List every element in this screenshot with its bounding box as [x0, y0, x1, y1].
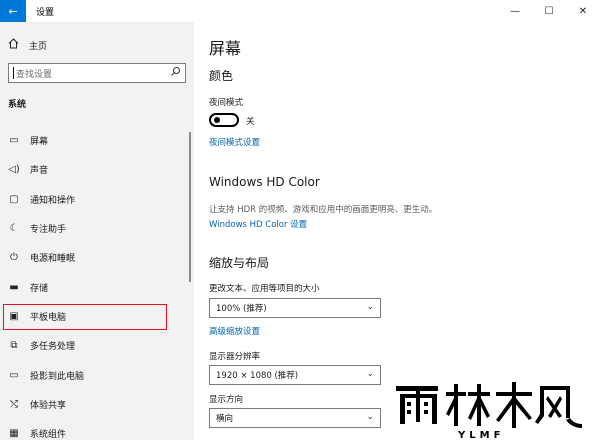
sidebar-item-label: 声音 [30, 166, 49, 177]
resolution-value: 1920 × 1080 (推荐) [216, 371, 299, 381]
sidebar-item-label: 存储 [30, 283, 49, 294]
search-icon[interactable] [170, 66, 181, 80]
storage-icon: ▬ [9, 281, 19, 293]
scale-label: 更改文本、应用等项目的大小 [209, 284, 320, 294]
hdr-settings-link[interactable]: Windows HD Color 设置 [209, 218, 307, 230]
tablet-icon: ▣ [9, 310, 19, 322]
nav-list: ▭ 屏幕 ◁) 声音 ▢ 通知和操作 ☾ 专注助手 ⏻ 电源和睡眠 ▬ 存储 ▣… [0, 126, 194, 440]
text-caret [13, 67, 14, 79]
chevron-down-icon: ⌄ [366, 302, 374, 312]
resolution-dropdown[interactable]: 1920 × 1080 (推荐) ⌄ [209, 365, 381, 385]
scale-dropdown[interactable]: 100% (推荐) ⌄ [209, 298, 381, 318]
sidebar-item-notifications[interactable]: ▢ 通知和操作 [0, 185, 194, 214]
sidebar-item-label: 电源和睡眠 [30, 254, 76, 265]
night-mode-label: 夜间模式 [209, 98, 244, 108]
chevron-down-icon: ⌄ [366, 369, 374, 379]
sidebar-item-label: 多任务处理 [30, 342, 76, 353]
chevron-down-icon: ⌄ [366, 412, 374, 422]
toggle-knob [214, 117, 220, 123]
watermark-logo: YLMF [390, 378, 590, 440]
sidebar-item-label: 体验共享 [30, 400, 67, 411]
sidebar-item-power[interactable]: ⏻ 电源和睡眠 [0, 243, 194, 272]
components-icon: ▦ [9, 428, 19, 440]
close-button[interactable]: ✕ [566, 0, 600, 22]
page-title: 屏幕 [209, 39, 242, 58]
sidebar-item-focus-assist[interactable]: ☾ 专注助手 [0, 214, 194, 243]
advanced-scaling-link[interactable]: 高级缩放设置 [209, 325, 260, 337]
night-mode-toggle[interactable] [209, 113, 239, 127]
moon-icon: ☾ [9, 223, 19, 235]
orientation-value: 横向 [216, 414, 234, 424]
sidebar-item-label: 专注助手 [30, 225, 67, 236]
color-heading: 颜色 [209, 69, 234, 83]
notification-icon: ▢ [9, 193, 19, 205]
maximize-button[interactable]: ☐ [532, 0, 566, 22]
sidebar-item-storage[interactable]: ▬ 存储 [0, 272, 194, 301]
window-title: 设置 [36, 7, 55, 18]
sidebar-item-multitasking[interactable]: ⧉ 多任务处理 [0, 331, 194, 360]
sidebar-scrollbar[interactable] [189, 132, 191, 282]
night-mode-state: 关 [246, 117, 255, 127]
multitask-icon: ⧉ [10, 340, 18, 352]
night-mode-settings-link[interactable]: 夜间模式设置 [209, 136, 260, 148]
hdr-description: 让支持 HDR 的视频、游戏和应用中的画面更明亮、更生动。 [209, 205, 438, 215]
scale-heading: 缩放与布局 [209, 256, 270, 270]
speaker-icon: ◁) [8, 164, 20, 176]
scale-value: 100% (推荐) [216, 304, 267, 314]
share-icon: ⤭ [10, 398, 18, 410]
orientation-dropdown[interactable]: 横向 ⌄ [209, 408, 381, 428]
back-button[interactable]: ← [0, 0, 26, 22]
section-label: 系统 [8, 100, 27, 110]
monitor-icon: ▭ [9, 135, 19, 147]
sidebar-item-tablet[interactable]: ▣ 平板电脑 [0, 302, 194, 331]
sidebar-item-projecting[interactable]: ▭ 投影到此电脑 [0, 360, 194, 389]
sidebar-item-sound[interactable]: ◁) 声音 [0, 155, 194, 184]
sidebar-item-label: 屏幕 [30, 137, 49, 148]
home-icon [8, 38, 19, 52]
sidebar-item-shared-experiences[interactable]: ⤭ 体验共享 [0, 390, 194, 419]
window-controls: — ☐ ✕ [498, 0, 600, 22]
sidebar-item-label: 系统组件 [30, 430, 67, 440]
sidebar-item-display[interactable]: ▭ 屏幕 [0, 126, 194, 155]
sidebar-item-label: 通知和操作 [30, 195, 76, 206]
watermark-subtext: YLMF [457, 430, 504, 440]
minimize-button[interactable]: — [498, 0, 532, 22]
search-placeholder: 查找设置 [16, 69, 53, 80]
sidebar-home[interactable]: 主页 [8, 38, 47, 52]
hdr-heading: Windows HD Color [209, 175, 320, 189]
resolution-label: 显示器分辨率 [209, 352, 261, 362]
orientation-label: 显示方向 [209, 395, 244, 405]
sidebar-item-label: 平板电脑 [30, 312, 67, 323]
search-input[interactable]: 查找设置 [8, 63, 186, 83]
sidebar-item-label: 投影到此电脑 [30, 371, 85, 382]
sidebar-item-components[interactable]: ▦ 系统组件 [0, 419, 194, 440]
home-label: 主页 [29, 41, 48, 52]
sidebar: 主页 查找设置 系统 ▭ 屏幕 ◁) 声音 ▢ 通知和操作 ☾ 专注助手 ⏻ 电… [0, 22, 194, 440]
arrow-left-icon: ← [8, 4, 18, 18]
power-icon: ⏻ [10, 252, 18, 264]
project-icon: ▭ [9, 369, 19, 381]
